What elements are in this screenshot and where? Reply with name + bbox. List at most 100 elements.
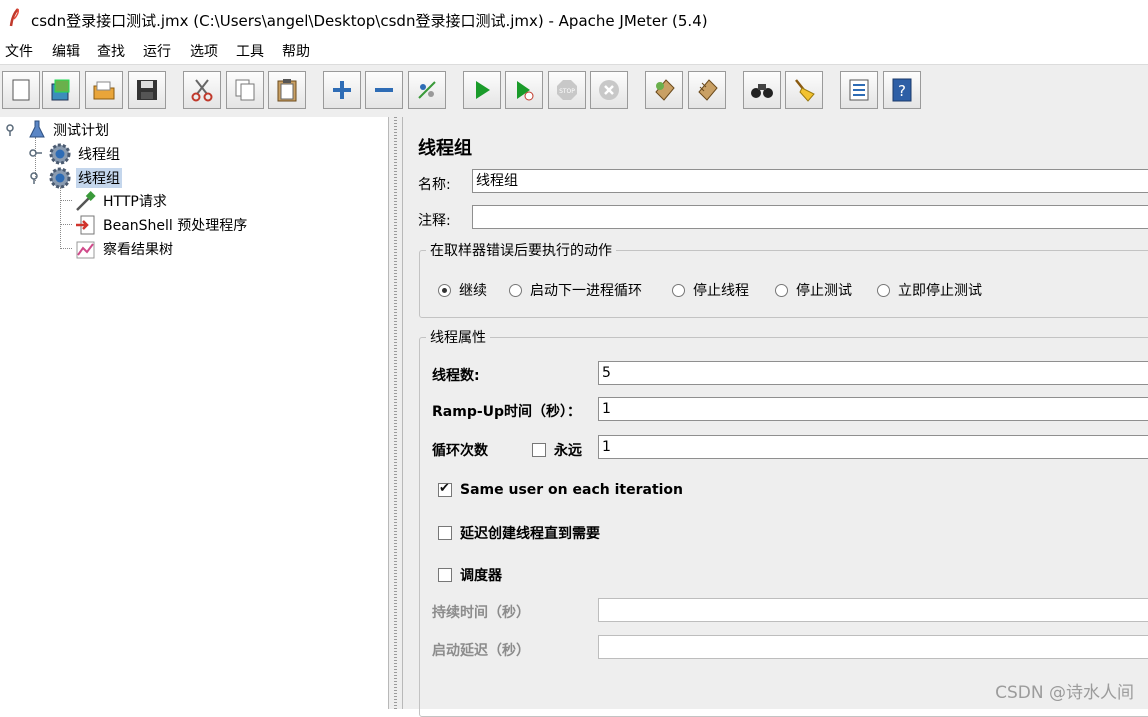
same-user-checkbox[interactable]: Same user on each iteration bbox=[438, 481, 684, 498]
open-button[interactable] bbox=[85, 71, 123, 109]
checkbox-box bbox=[438, 568, 452, 582]
duration-label: 持续时间（秒） bbox=[432, 605, 530, 621]
checkbox-box bbox=[532, 443, 546, 457]
radio-label: 停止测试 bbox=[796, 283, 852, 299]
help-button[interactable]: ? bbox=[883, 71, 921, 109]
radio-label: 立即停止测试 bbox=[898, 283, 982, 299]
new-file-icon bbox=[12, 79, 30, 101]
test-plan-icon bbox=[29, 120, 45, 138]
play-no-timers-icon bbox=[517, 81, 534, 101]
clear-icon bbox=[655, 79, 675, 101]
name-label: 名称: bbox=[418, 177, 451, 193]
stop-button[interactable]: STOP bbox=[548, 71, 586, 109]
tree-node-test-plan[interactable]: 测试计划 bbox=[0, 118, 388, 140]
broom-icon bbox=[795, 79, 815, 102]
delay-thread-creation-checkbox[interactable]: 延迟创建线程直到需要 bbox=[438, 523, 600, 543]
toolbar: STOP ? bbox=[0, 64, 1148, 118]
start-no-pauses-button[interactable] bbox=[505, 71, 543, 109]
reset-search-button[interactable] bbox=[785, 71, 823, 109]
paste-button[interactable] bbox=[268, 71, 306, 109]
menu-options[interactable]: 选项 bbox=[190, 41, 218, 61]
shutdown-button[interactable] bbox=[590, 71, 628, 109]
startup-delay-field[interactable] bbox=[598, 635, 1148, 659]
tree-node-http-request[interactable]: HTTP请求 bbox=[0, 189, 388, 211]
rampup-field[interactable]: 1 bbox=[598, 397, 1148, 421]
sampler-error-action-group: 在取样器错误后要执行的动作 继续 启动下一进程循环 停止线程 停止测试 立即停止… bbox=[419, 240, 1148, 318]
listener-chart-icon bbox=[76, 241, 95, 259]
threads-field[interactable]: 5 bbox=[598, 361, 1148, 385]
toggle-button[interactable] bbox=[408, 71, 446, 109]
new-button[interactable] bbox=[2, 71, 40, 109]
toggle-icon bbox=[418, 81, 436, 99]
split-pane-divider[interactable] bbox=[388, 117, 403, 709]
clear-button[interactable] bbox=[645, 71, 683, 109]
group-title: 在取样器错误后要执行的动作 bbox=[426, 240, 616, 260]
menu-file[interactable]: 文件 bbox=[5, 41, 33, 61]
radio-dot bbox=[438, 283, 451, 297]
search-button[interactable] bbox=[743, 71, 781, 109]
list-icon bbox=[849, 79, 869, 101]
name-field[interactable]: 线程组 bbox=[472, 169, 1148, 193]
expand-all-button[interactable] bbox=[323, 71, 361, 109]
radio-stop-test[interactable]: 停止测试 bbox=[775, 280, 852, 300]
save-button[interactable] bbox=[128, 71, 166, 109]
start-button[interactable] bbox=[463, 71, 501, 109]
cut-icon bbox=[191, 79, 213, 102]
tree-label: 察看结果树 bbox=[103, 242, 173, 258]
radio-label: 停止线程 bbox=[693, 283, 749, 299]
function-helper-button[interactable] bbox=[840, 71, 878, 109]
test-plan-tree: 测试计划 线程组 线程组 HTTP请求 BeanShell 预处理程序 察看结果… bbox=[0, 117, 388, 709]
expand-handle-icon[interactable] bbox=[29, 171, 43, 185]
tree-node-thread-group-2[interactable]: 线程组 bbox=[0, 166, 388, 189]
menu-search[interactable]: 查找 bbox=[97, 41, 125, 61]
tree-node-results-tree[interactable]: 察看结果树 bbox=[0, 237, 388, 259]
tree-node-beanshell[interactable]: BeanShell 预处理程序 bbox=[0, 213, 388, 235]
forever-checkbox[interactable]: 永远 bbox=[532, 440, 582, 460]
rampup-label: Ramp-Up时间（秒）： bbox=[432, 404, 582, 420]
checkbox-box bbox=[438, 526, 452, 540]
clear-all-button[interactable] bbox=[688, 71, 726, 109]
pipette-sampler-icon bbox=[76, 191, 96, 211]
menu-run[interactable]: 运行 bbox=[143, 41, 171, 61]
scheduler-checkbox[interactable]: 调度器 bbox=[438, 565, 502, 585]
menu-edit[interactable]: 编辑 bbox=[52, 41, 80, 61]
divider-grip bbox=[394, 117, 397, 709]
checkbox-label: Same user on each iteration bbox=[460, 482, 684, 498]
templates-icon bbox=[51, 79, 70, 101]
loop-count-field[interactable]: 1 bbox=[598, 435, 1148, 459]
radio-stop-thread[interactable]: 停止线程 bbox=[672, 280, 749, 300]
collapsed-handle-icon[interactable] bbox=[29, 148, 43, 160]
binoculars-icon bbox=[751, 84, 773, 98]
menu-help[interactable]: 帮助 bbox=[282, 41, 310, 61]
radio-dot bbox=[775, 283, 788, 297]
save-icon bbox=[137, 80, 157, 100]
radio-stop-test-now[interactable]: 立即停止测试 bbox=[877, 280, 982, 300]
comment-field[interactable] bbox=[472, 205, 1148, 229]
tree-node-thread-group-1[interactable]: 线程组 bbox=[0, 142, 388, 165]
cut-button[interactable] bbox=[183, 71, 221, 109]
radio-continue[interactable]: 继续 bbox=[438, 280, 487, 300]
threads-label: 线程数: bbox=[432, 368, 480, 384]
panel-title: 线程组 bbox=[418, 138, 472, 159]
checkbox-label: 延迟创建线程直到需要 bbox=[460, 526, 600, 542]
templates-button[interactable] bbox=[42, 71, 80, 109]
radio-start-next-loop[interactable]: 启动下一进程循环 bbox=[509, 280, 642, 300]
duration-field[interactable] bbox=[598, 598, 1148, 622]
preprocessor-icon bbox=[76, 215, 95, 235]
radio-label: 继续 bbox=[459, 283, 487, 299]
menu-bar: 文件 编辑 查找 运行 选项 工具 帮助 bbox=[0, 38, 1148, 64]
startup-delay-label: 启动延迟（秒） bbox=[432, 643, 530, 659]
checkbox-label: 调度器 bbox=[460, 568, 502, 584]
paste-icon bbox=[277, 79, 297, 102]
copy-button[interactable] bbox=[226, 71, 264, 109]
menu-tools[interactable]: 工具 bbox=[236, 41, 264, 61]
copy-icon bbox=[235, 79, 255, 101]
collapse-all-button[interactable] bbox=[365, 71, 403, 109]
thread-properties-group: 线程属性 线程数: 5 Ramp-Up时间（秒）： 1 循环次数 永远 1 Sa… bbox=[419, 327, 1148, 717]
expand-handle-icon[interactable] bbox=[5, 123, 19, 137]
radio-dot bbox=[672, 283, 685, 297]
tree-label: 测试计划 bbox=[53, 123, 109, 139]
radio-label: 启动下一进程循环 bbox=[530, 283, 642, 299]
checkbox-label: 永远 bbox=[554, 443, 582, 459]
thread-group-gear-icon bbox=[49, 143, 71, 165]
